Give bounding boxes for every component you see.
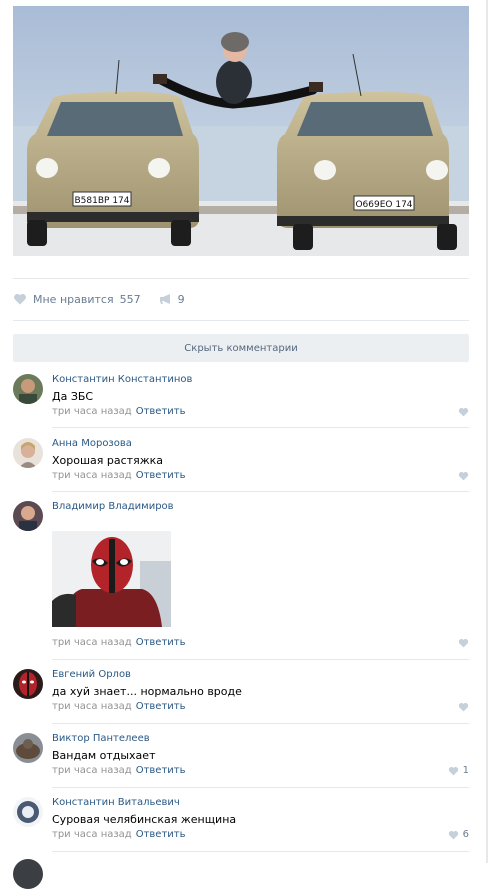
megaphone-icon — [159, 294, 170, 304]
comment: Виктор Пантелеев Вандам отдыхает три час… — [13, 733, 469, 783]
post-photo[interactable]: В581ВР 174 О669ЕО 174 — [13, 6, 469, 256]
comment-meta: три часа назад Ответить — [52, 701, 186, 712]
comment-like-button[interactable] — [458, 471, 469, 481]
comment-meta: три часа назад Ответить — [52, 406, 186, 417]
comment-time[interactable]: три часа назад — [52, 637, 132, 648]
comment-author[interactable]: Виктор Пантелеев — [52, 733, 150, 744]
avatar[interactable] — [13, 438, 43, 468]
comment-author[interactable]: Владимир Владимиров — [52, 501, 174, 512]
reply-link[interactable]: Ответить — [136, 406, 186, 417]
comment: Евгений Орлов да хуй знает... нормально … — [13, 669, 469, 719]
comment-author[interactable]: Евгений Орлов — [52, 669, 131, 680]
svg-text:О669ЕО 174: О669ЕО 174 — [355, 200, 412, 210]
avatar[interactable] — [13, 733, 43, 763]
comment-photo[interactable] — [52, 531, 171, 627]
divider — [13, 278, 469, 279]
comment-divider — [52, 659, 469, 660]
comment-author[interactable]: Константин Витальевич — [52, 797, 180, 808]
comment-like-button[interactable]: 6 — [448, 829, 469, 840]
post-actions: Мне нравится 557 9 — [13, 288, 185, 310]
comment-meta: три часа назад Ответить — [52, 470, 186, 481]
avatar[interactable] — [13, 501, 43, 531]
comment-text: Вандам отдыхает — [52, 749, 156, 762]
avatar[interactable] — [13, 374, 43, 404]
like-label: Мне нравится — [33, 292, 114, 306]
like-count: 557 — [119, 292, 141, 306]
comment-time[interactable]: три часа назад — [52, 829, 132, 840]
repost-button[interactable]: 9 — [159, 293, 185, 306]
reply-link[interactable]: Ответить — [136, 829, 186, 840]
divider — [13, 320, 469, 321]
heart-icon — [458, 703, 469, 712]
comment-meta: три часа назад Ответить — [52, 829, 186, 840]
reply-link[interactable]: Ответить — [136, 765, 186, 776]
comment-divider — [52, 787, 469, 788]
hide-comments-button[interactable]: Скрыть комментарии — [13, 334, 469, 362]
reply-link[interactable]: Ответить — [136, 470, 186, 481]
comment-time[interactable]: три часа назад — [52, 765, 132, 776]
comment-like-button[interactable] — [458, 638, 469, 648]
reply-link[interactable]: Ответить — [136, 637, 186, 648]
comment-divider — [52, 723, 469, 724]
avatar[interactable] — [13, 859, 43, 889]
comment-time[interactable]: три часа назад — [52, 406, 132, 417]
comment-like-button[interactable]: 1 — [448, 765, 469, 776]
comment: Константин Витальевич Суровая челябинска… — [13, 797, 469, 847]
comment: Константин Константинов Да ЗБС три часа … — [13, 374, 469, 424]
comment: Владимир Владимиров три часа назад Ответи… — [13, 501, 469, 653]
comment-divider — [52, 851, 469, 852]
heart-icon — [448, 830, 458, 839]
heart-icon — [458, 472, 469, 481]
avatar[interactable] — [13, 797, 43, 827]
reply-link[interactable]: Ответить — [136, 701, 186, 712]
comment-meta: три часа назад Ответить — [52, 637, 186, 648]
comment-text: Суровая челябинская женщина — [52, 813, 237, 826]
comment: Анна Морозова Хорошая растяжка три часа … — [13, 438, 469, 488]
comment-like-button[interactable] — [458, 407, 469, 417]
comment-time[interactable]: три часа назад — [52, 701, 132, 712]
comment-like-button[interactable] — [458, 702, 469, 712]
heart-icon — [458, 408, 469, 417]
avatar[interactable] — [13, 669, 43, 699]
comment-like-count: 6 — [462, 829, 469, 840]
comment-like-count: 1 — [462, 765, 469, 776]
comment-text: да хуй знает... нормально вроде — [52, 685, 242, 698]
heart-icon — [14, 293, 26, 305]
heart-icon — [458, 639, 469, 648]
comment-author[interactable]: Анна Морозова — [52, 438, 132, 449]
comment-author[interactable]: Константин Константинов — [52, 374, 192, 385]
heart-icon — [448, 766, 458, 775]
comment-text: Хорошая растяжка — [52, 454, 163, 467]
comment-meta: три часа назад Ответить — [52, 765, 186, 776]
like-button[interactable]: Мне нравится 557 — [13, 293, 141, 306]
comment-divider — [52, 491, 469, 492]
svg-text:В581ВР 174: В581ВР 174 — [75, 196, 130, 206]
comment-text: Да ЗБС — [52, 390, 94, 403]
repost-count: 9 — [177, 292, 185, 306]
comment-time[interactable]: три часа назад — [52, 470, 132, 481]
comment-divider — [52, 427, 469, 428]
